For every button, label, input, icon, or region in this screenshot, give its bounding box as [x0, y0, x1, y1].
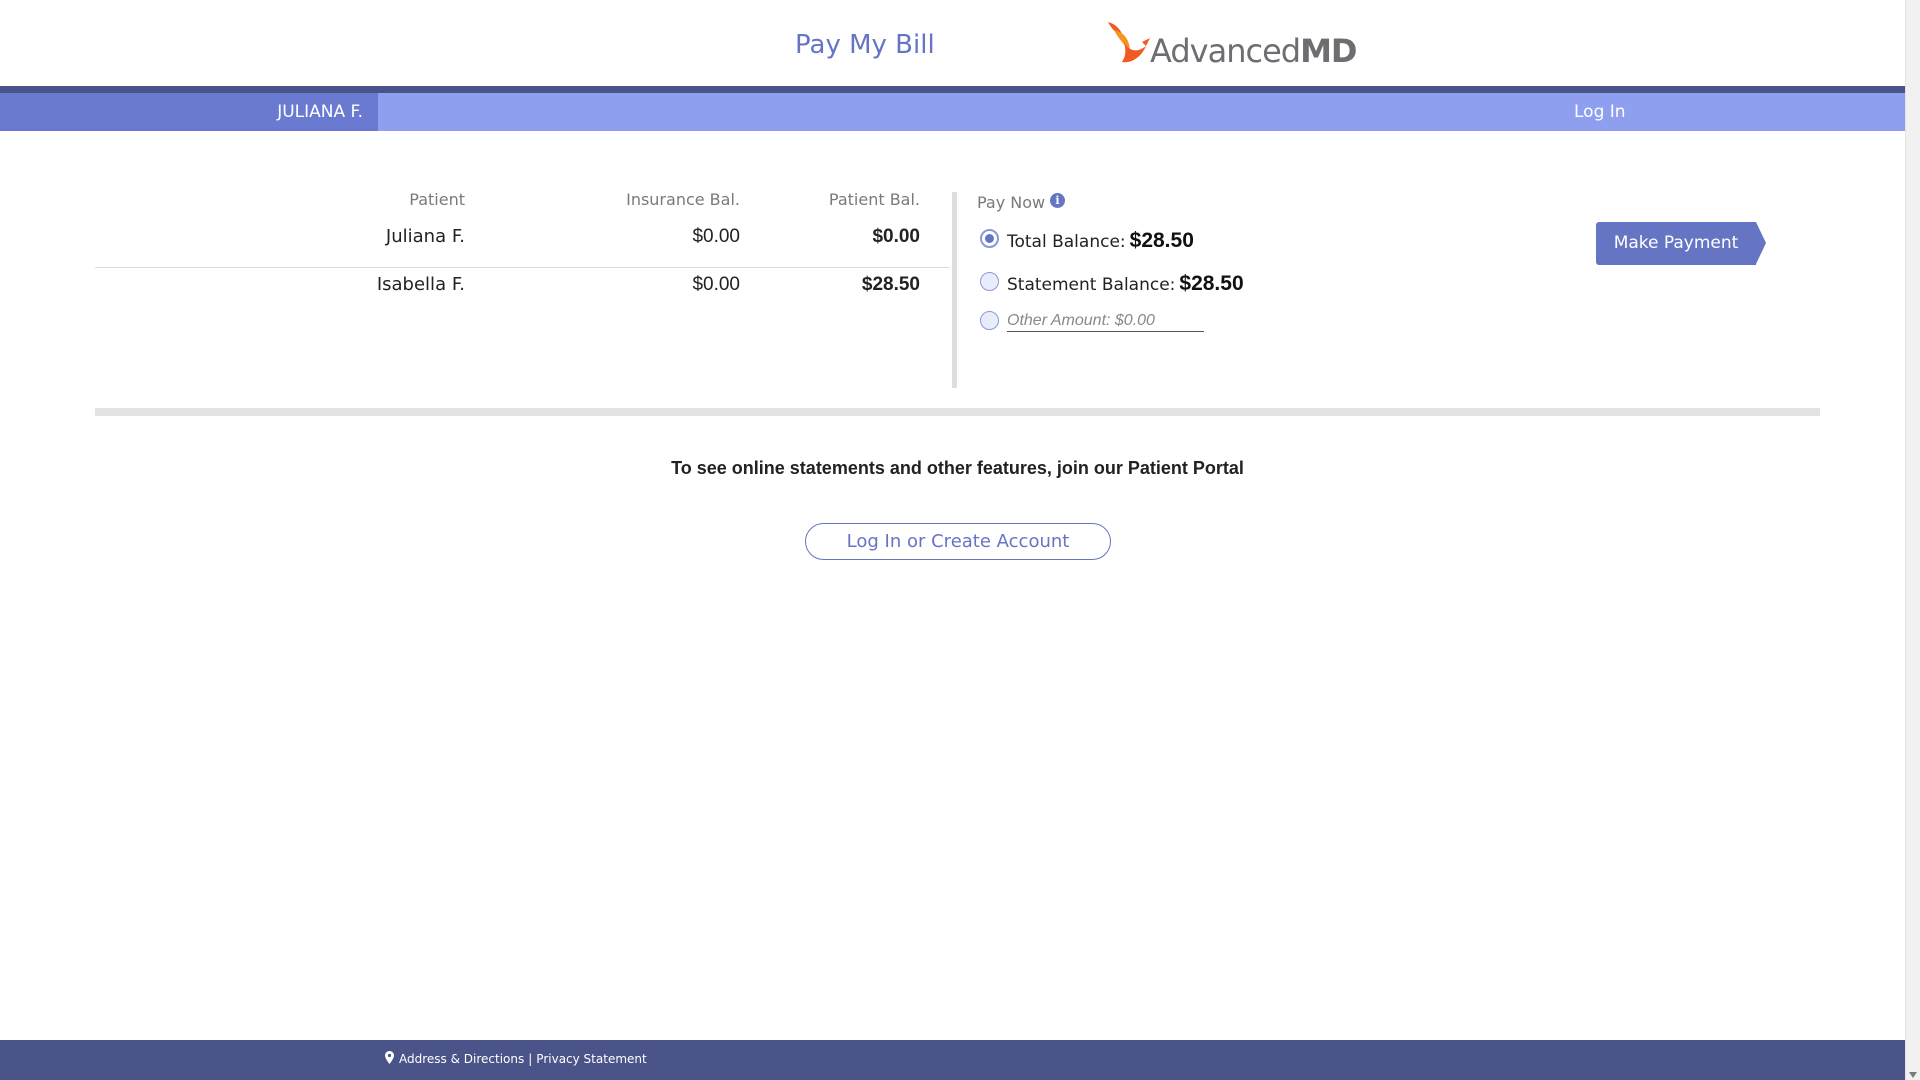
page-title: Pay My Bill — [795, 30, 935, 60]
column-header-patient-balance: Patient Bal. — [828, 190, 920, 209]
arrow-tip-icon — [1756, 222, 1766, 264]
make-payment-button[interactable]: Make Payment — [1596, 222, 1766, 265]
login-or-create-account-button[interactable]: Log In or Create Account — [805, 523, 1111, 560]
address-directions-link[interactable]: Address & Directions — [399, 1052, 524, 1066]
vertical-scrollbar[interactable] — [1905, 0, 1920, 1080]
statement-balance-option[interactable]: Statement Balance: $28.50 — [1007, 272, 1244, 296]
footer-separator: | — [528, 1052, 533, 1066]
table-row: Juliana F. $0.00 $0.00 — [95, 222, 950, 268]
info-icon[interactable]: i — [1050, 193, 1065, 208]
map-pin-icon — [385, 1051, 394, 1064]
patient-name: Juliana F. — [385, 226, 465, 247]
privacy-statement-link[interactable]: Privacy Statement — [536, 1052, 646, 1066]
total-balance-radio[interactable] — [980, 229, 999, 248]
pay-now-label: Pay Now — [977, 193, 1046, 212]
table-row: Isabella F. $0.00 $28.50 — [95, 270, 950, 316]
statement-balance-amount: $28.50 — [1179, 272, 1244, 295]
login-link[interactable]: Log In — [1574, 93, 1626, 131]
section-divider — [95, 408, 1820, 416]
patient-balance: $28.50 — [861, 274, 920, 295]
pay-my-bill-page: Pay My Bill AdvancedMD JULIANA F. Log In… — [0, 0, 1920, 1080]
scroll-down-arrow-icon[interactable] — [1909, 1072, 1917, 1078]
vertical-divider — [952, 192, 957, 388]
total-balance-label: Total Balance: — [1007, 232, 1126, 252]
current-user-tab[interactable]: JULIANA F. — [0, 93, 378, 131]
column-header-patient: Patient — [409, 190, 465, 209]
nav-bar: JULIANA F. Log In — [0, 93, 1905, 131]
total-balance-amount: $28.50 — [1129, 229, 1194, 252]
portal-message: To see online statements and other featu… — [671, 458, 1244, 478]
footer: Address & Directions | Privacy Statement — [0, 1040, 1905, 1080]
other-amount-radio[interactable] — [980, 311, 999, 330]
make-payment-label: Make Payment — [1596, 222, 1756, 265]
statement-balance-radio[interactable] — [980, 272, 999, 291]
hummingbird-logo-icon — [1108, 22, 1150, 63]
header-divider-bar — [0, 86, 1905, 93]
patient-balance: $0.00 — [872, 226, 920, 247]
statement-balance-label: Statement Balance: — [1007, 275, 1176, 295]
insurance-balance: $0.00 — [692, 226, 740, 247]
insurance-balance: $0.00 — [692, 274, 740, 295]
other-amount-input[interactable] — [1007, 310, 1204, 332]
footer-links: Address & Directions | Privacy Statement — [385, 1051, 647, 1066]
total-balance-option[interactable]: Total Balance: $28.50 — [1007, 229, 1194, 253]
patient-name: Isabella F. — [376, 274, 465, 295]
column-header-insurance-balance: Insurance Bal. — [626, 190, 740, 209]
logo-wordmark: AdvancedMD — [1150, 32, 1357, 70]
header: Pay My Bill AdvancedMD — [0, 0, 1905, 86]
advancedmd-logo: AdvancedMD — [1106, 20, 1357, 70]
